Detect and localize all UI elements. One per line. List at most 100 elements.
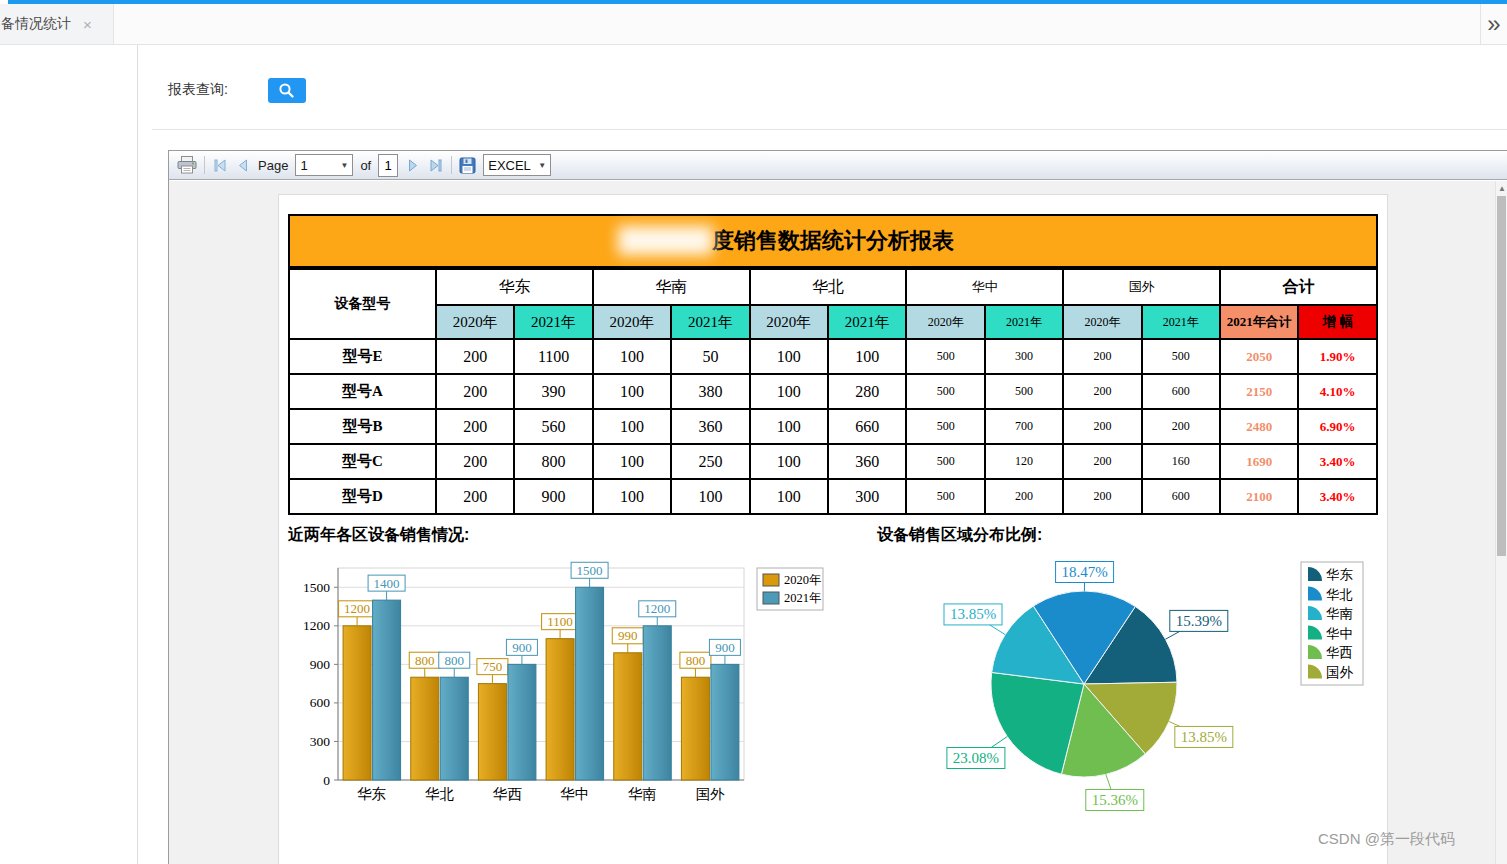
- value-cell: 160: [1142, 444, 1220, 479]
- save-icon[interactable]: [459, 157, 476, 174]
- col-header-2021: 2021年: [514, 305, 592, 339]
- toolbar-separator: [451, 156, 452, 174]
- value-cell: 200: [1063, 409, 1141, 444]
- search-button[interactable]: [268, 78, 306, 103]
- svg-text:900: 900: [512, 640, 532, 655]
- svg-text:1500: 1500: [577, 563, 603, 578]
- svg-text:300: 300: [310, 734, 331, 749]
- scrollbar-up-arrow[interactable]: ▲: [1497, 184, 1507, 194]
- pie-chart: 15.39%13.85%15.36%23.08%13.85%18.47%华东华北…: [877, 551, 1397, 829]
- value-cell: 100: [750, 339, 828, 374]
- col-header-2021: 2021年: [828, 305, 906, 339]
- value-cell: 200: [1063, 374, 1141, 409]
- col-group-total: 合计: [1220, 269, 1377, 305]
- value-cell: 380: [671, 374, 749, 409]
- svg-text:18.47%: 18.47%: [1061, 564, 1107, 580]
- value-cell: 280: [828, 374, 906, 409]
- growth-cell: 3.40%: [1298, 444, 1377, 479]
- value-cell: 200: [436, 339, 514, 374]
- report-title: 度销售数据统计分析报表: [712, 226, 954, 256]
- svg-text:华南: 华南: [628, 786, 657, 802]
- value-cell: 200: [436, 479, 514, 514]
- svg-text:2021年: 2021年: [784, 591, 822, 605]
- svg-text:华北: 华北: [1326, 587, 1353, 602]
- tab-label: 备情况统计: [1, 15, 71, 33]
- value-cell: 1100: [514, 339, 592, 374]
- value-cell: 200: [1063, 339, 1141, 374]
- tab-close-icon[interactable]: ×: [83, 16, 92, 33]
- svg-text:1200: 1200: [303, 618, 330, 633]
- svg-text:华西: 华西: [493, 786, 523, 802]
- value-cell: 200: [1142, 409, 1220, 444]
- svg-text:600: 600: [310, 695, 331, 710]
- table-row: 型号D20090010010010030050020020060021003.4…: [289, 479, 1377, 514]
- sidebar-divider: [137, 45, 138, 864]
- value-cell: 250: [671, 444, 749, 479]
- table-row: 型号A20039010038010028050050020060021504.1…: [289, 374, 1377, 409]
- total-cell: 2480: [1220, 409, 1298, 444]
- tab-device-stats[interactable]: 备情况统计 ×: [0, 4, 114, 44]
- search-icon: [277, 81, 296, 100]
- value-cell: 500: [985, 374, 1063, 409]
- svg-text:800: 800: [445, 653, 465, 668]
- svg-text:国外: 国外: [1326, 665, 1354, 680]
- tab-overflow-icon[interactable]: »: [1480, 4, 1507, 44]
- value-cell: 600: [1142, 374, 1220, 409]
- value-cell: 200: [436, 444, 514, 479]
- value-cell: 50: [671, 339, 749, 374]
- watermark: CSDN @第一段代码: [1318, 830, 1455, 849]
- svg-text:800: 800: [686, 653, 706, 668]
- svg-text:2020年: 2020年: [784, 573, 822, 587]
- scrollbar-thumb[interactable]: [1497, 196, 1506, 556]
- model-cell: 型号E: [289, 339, 436, 374]
- value-cell: 100: [671, 479, 749, 514]
- table-row: 型号E20011001005010010050030020050020501.9…: [289, 339, 1377, 374]
- export-format-select[interactable]: EXCEL▼: [483, 154, 551, 176]
- col-header-2021: 2021年: [1142, 305, 1220, 339]
- col-header-2020: 2020年: [1063, 305, 1141, 339]
- vertical-scrollbar[interactable]: ▲: [1495, 181, 1507, 864]
- value-cell: 100: [750, 374, 828, 409]
- value-cell: 500: [906, 479, 984, 514]
- model-cell: 型号C: [289, 444, 436, 479]
- svg-text:13.85%: 13.85%: [950, 606, 996, 622]
- next-page-button[interactable]: [405, 158, 421, 173]
- page-label: Page: [258, 158, 288, 173]
- col-header-2020: 2020年: [436, 305, 514, 339]
- report-viewer: Page 1▼ of 1 EXCEL▼ 度销售数据统计: [168, 150, 1507, 864]
- svg-text:23.08%: 23.08%: [953, 750, 999, 766]
- print-icon[interactable]: [177, 156, 197, 174]
- svg-text:华北: 华北: [425, 786, 455, 802]
- svg-text:1500: 1500: [303, 580, 330, 595]
- col-header-2021: 2021年: [671, 305, 749, 339]
- page-select[interactable]: 1▼: [295, 154, 353, 176]
- growth-cell: 4.10%: [1298, 374, 1377, 409]
- value-cell: 500: [906, 444, 984, 479]
- query-separator: [152, 129, 1507, 130]
- col-header-2020: 2020年: [750, 305, 828, 339]
- svg-text:15.36%: 15.36%: [1092, 792, 1138, 808]
- svg-text:13.85%: 13.85%: [1181, 729, 1227, 745]
- report-page: 度销售数据统计分析报表 设备型号华东华南华北华中国外合计2020年2021年20…: [278, 194, 1388, 864]
- value-cell: 360: [828, 444, 906, 479]
- col-header-growth: 增 幅: [1298, 305, 1377, 339]
- value-cell: 300: [828, 479, 906, 514]
- value-cell: 200: [1063, 479, 1141, 514]
- value-cell: 120: [985, 444, 1063, 479]
- col-group-region: 华北: [750, 269, 907, 305]
- prev-page-button[interactable]: [235, 158, 251, 173]
- table-row: 型号C20080010025010036050012020016016903.4…: [289, 444, 1377, 479]
- value-cell: 660: [828, 409, 906, 444]
- svg-text:1200: 1200: [644, 601, 670, 616]
- value-cell: 200: [436, 409, 514, 444]
- value-cell: 100: [593, 339, 671, 374]
- value-cell: 700: [985, 409, 1063, 444]
- growth-cell: 3.40%: [1298, 479, 1377, 514]
- of-label: of: [360, 158, 371, 173]
- first-page-button[interactable]: [212, 158, 228, 173]
- svg-text:1400: 1400: [374, 576, 400, 591]
- value-cell: 100: [750, 479, 828, 514]
- value-cell: 600: [1142, 479, 1220, 514]
- value-cell: 100: [593, 479, 671, 514]
- last-page-button[interactable]: [428, 158, 444, 173]
